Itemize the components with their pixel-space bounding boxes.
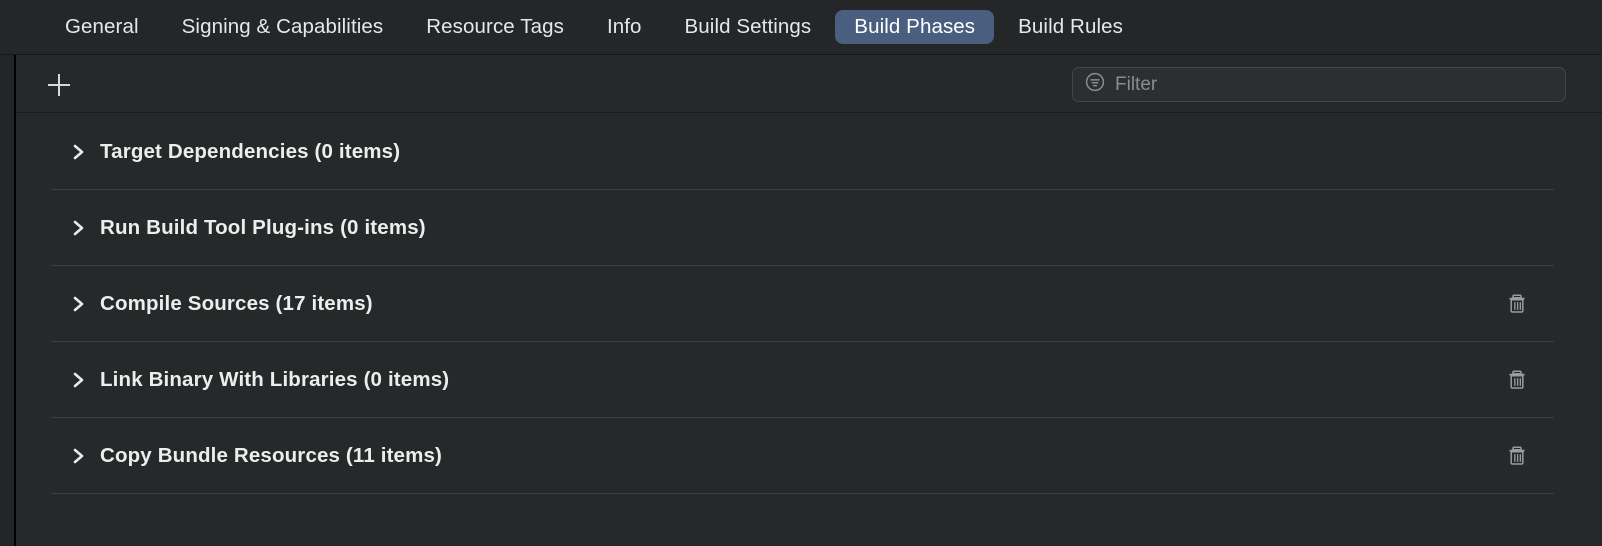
plus-icon	[44, 70, 74, 100]
build-phases-pane: General Signing & Capabilities Resource Ta…	[0, 0, 1602, 546]
trash-icon[interactable]	[1506, 292, 1528, 316]
build-phase-title: Link Binary With Libraries (0 items)	[100, 368, 450, 391]
build-phase-row[interactable]: Compile Sources (17 items)	[16, 266, 1602, 342]
tab-signing-capabilities[interactable]: Signing & Capabilities	[163, 10, 403, 45]
chevron-right-icon[interactable]	[71, 446, 87, 466]
tab-build-phases[interactable]: Build Phases	[835, 9, 995, 45]
tab-build-rules[interactable]: Build Rules	[999, 10, 1142, 45]
build-phase-row[interactable]: Target Dependencies (0 items)	[16, 114, 1602, 190]
build-phase-row[interactable]: Run Build Tool Plug-ins (0 items)	[16, 190, 1602, 266]
build-phase-title: Compile Sources (17 items)	[100, 292, 373, 315]
tab-resource-tags[interactable]: Resource Tags	[407, 10, 583, 45]
trash-icon[interactable]	[1506, 444, 1528, 468]
build-phase-title: Target Dependencies (0 items)	[100, 140, 401, 163]
row-divider	[51, 493, 1554, 494]
chevron-right-icon[interactable]	[71, 218, 87, 238]
add-build-phase-button[interactable]	[44, 70, 74, 100]
build-phase-row[interactable]: Link Binary With Libraries (0 items)	[16, 342, 1602, 418]
build-phase-title: Copy Bundle Resources (11 items)	[100, 444, 443, 467]
target-editor-tabbar: General Signing & Capabilities Resource Ta…	[0, 0, 1602, 55]
build-phase-row[interactable]: Copy Bundle Resources (11 items)	[16, 418, 1602, 494]
build-phases-toolbar: Filter	[16, 56, 1602, 113]
chevron-right-icon[interactable]	[71, 142, 87, 162]
filter-input[interactable]: Filter	[1072, 67, 1566, 102]
filter-placeholder-text: Filter	[1115, 74, 1158, 95]
tab-general[interactable]: General	[46, 10, 158, 45]
tab-info[interactable]: Info	[588, 10, 661, 45]
chevron-right-icon[interactable]	[71, 370, 87, 390]
build-phases-list: Target Dependencies (0 items) Run Build T…	[16, 114, 1602, 546]
left-gutter	[0, 55, 14, 546]
tab-build-settings[interactable]: Build Settings	[666, 10, 831, 45]
chevron-right-icon[interactable]	[71, 294, 87, 314]
trash-icon[interactable]	[1506, 368, 1528, 392]
build-phase-title: Run Build Tool Plug-ins (0 items)	[100, 216, 426, 239]
filter-circle-icon	[1084, 71, 1106, 98]
